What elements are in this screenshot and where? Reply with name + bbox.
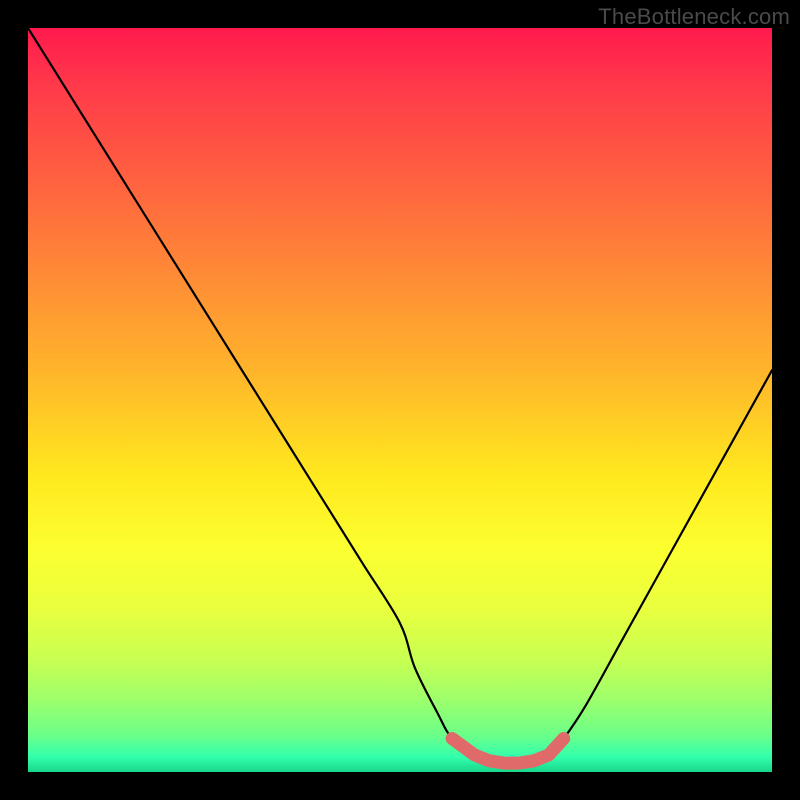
watermark-text: TheBottleneck.com — [598, 4, 790, 30]
bottleneck-curve-path — [28, 28, 772, 763]
bottleneck-curve-svg — [28, 28, 772, 772]
chart-gradient-area — [28, 28, 772, 772]
flat-region-marker — [452, 739, 564, 764]
